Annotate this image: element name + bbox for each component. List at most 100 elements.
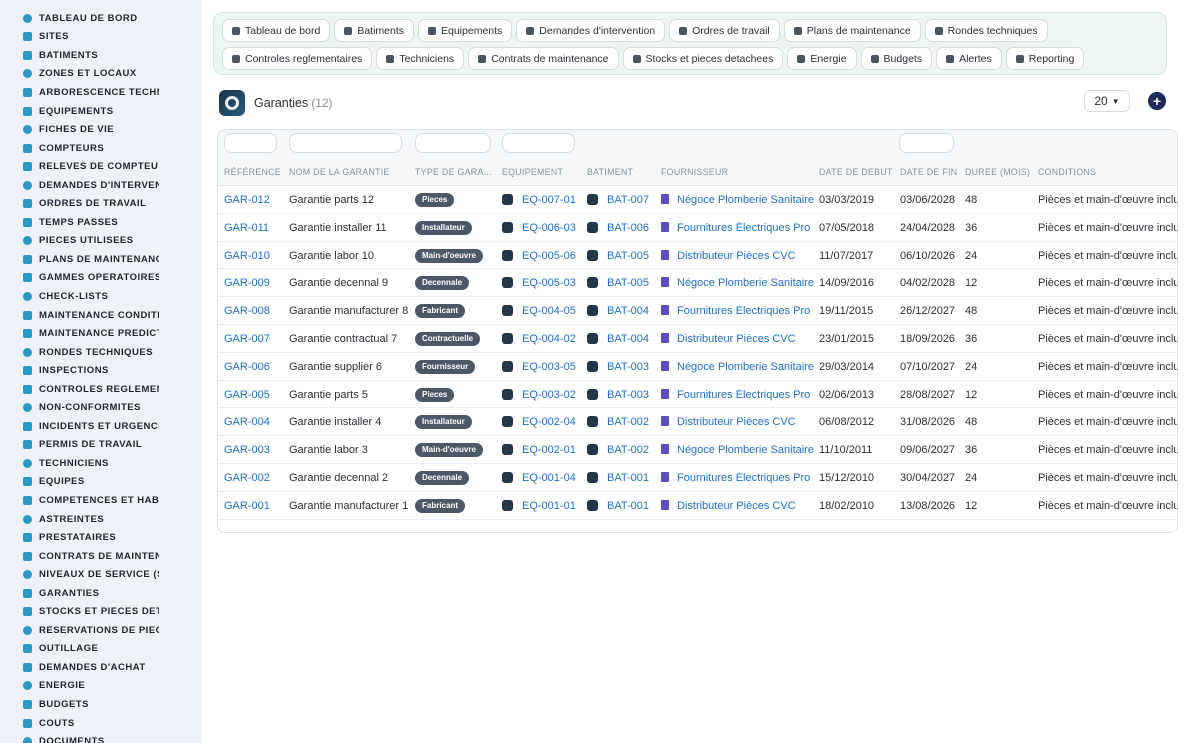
sidebar-item[interactable]: ZONES ET LOCAUX xyxy=(0,65,201,84)
reference-link[interactable]: GAR-010 xyxy=(224,250,270,262)
sidebar-item[interactable]: ENERGIE xyxy=(0,677,201,696)
supplier-link[interactable]: Fournitures Électriques Pro xyxy=(661,305,810,317)
equipment-link[interactable]: EQ-003-02 xyxy=(502,388,576,401)
supplier-link[interactable]: Fournitures Électriques Pro xyxy=(661,221,810,234)
supplier-link[interactable]: Négoce Plomberie Sanitaire xyxy=(661,194,814,206)
filter-name[interactable] xyxy=(289,133,402,153)
sidebar-item[interactable]: ARBORESCENCE TECHNI xyxy=(0,83,201,102)
equipment-link[interactable]: EQ-003-05 xyxy=(502,360,576,373)
sidebar-item[interactable]: RONDES TECHNIQUES xyxy=(0,343,201,362)
sidebar-item[interactable]: RESERVATIONS DE PIECE xyxy=(0,621,201,640)
reference-link[interactable]: GAR-009 xyxy=(224,277,270,289)
supplier-link[interactable]: Distributeur Pièces CVC xyxy=(661,249,796,262)
supplier-link[interactable]: Négoce Plomberie Sanitaire xyxy=(661,360,814,373)
equipment-link[interactable]: EQ-002-04 xyxy=(502,416,576,428)
nav-button[interactable]: Controles reglementaires xyxy=(222,47,373,70)
sidebar-item[interactable]: COUTS xyxy=(0,714,201,733)
nav-button[interactable]: Energie xyxy=(787,47,857,70)
column-header[interactable]: FOURNISSEUR xyxy=(661,167,728,177)
reference-link[interactable]: GAR-002 xyxy=(224,472,270,484)
column-header[interactable]: NOM DE LA GARANTIE xyxy=(289,167,390,177)
nav-button[interactable]: Reporting xyxy=(1005,47,1085,70)
reference-link[interactable]: GAR-006 xyxy=(224,361,270,373)
sidebar-item[interactable]: PLANS DE MAINTENANCE xyxy=(0,250,201,269)
reference-link[interactable]: GAR-008 xyxy=(224,305,270,317)
nav-button[interactable]: Tableau de bord xyxy=(222,19,331,42)
equipment-link[interactable]: EQ-007-01 xyxy=(502,194,576,206)
sidebar-item[interactable]: DEMANDES D'ACHAT xyxy=(0,658,201,677)
building-link[interactable]: BAT-005 xyxy=(587,249,649,262)
column-header[interactable]: EQUIPEMENT xyxy=(502,167,563,177)
building-link[interactable]: BAT-004 xyxy=(587,332,649,345)
supplier-link[interactable]: Négoce Plomberie Sanitaire xyxy=(661,277,814,289)
supplier-link[interactable]: Fournitures Électriques Pro xyxy=(661,388,810,401)
column-header[interactable]: DATE DE FIN xyxy=(900,167,957,177)
sidebar-item[interactable]: BATIMENTS xyxy=(0,46,201,65)
nav-button[interactable]: Rondes techniques xyxy=(924,19,1048,42)
sidebar-item[interactable]: COMPTEURS xyxy=(0,139,201,158)
sidebar-item[interactable]: SITES xyxy=(0,28,201,47)
building-link[interactable]: BAT-003 xyxy=(587,388,649,401)
sidebar-item[interactable]: PERMIS DE TRAVAIL xyxy=(0,436,201,455)
sidebar-item[interactable]: BUDGETS xyxy=(0,695,201,714)
reference-link[interactable]: GAR-007 xyxy=(224,333,270,345)
sidebar-item[interactable]: CHECK-LISTS xyxy=(0,287,201,306)
supplier-link[interactable]: Distributeur Pièces CVC xyxy=(661,332,796,345)
sidebar-item[interactable]: STOCKS ET PIECES DETA xyxy=(0,603,201,622)
nav-button[interactable]: Contrats de maintenance xyxy=(468,47,619,70)
table-row[interactable]: GAR-008 Garantie manufacturer 8 Fabricant E… xyxy=(218,297,1177,325)
table-row[interactable]: GAR-003 Garantie labor 3 Main-d'oeuvre EQ-0… xyxy=(218,436,1177,464)
nav-button[interactable]: Plans de maintenance xyxy=(783,19,921,42)
page-size-select[interactable]: 20 ▼ xyxy=(1084,90,1130,112)
equipment-link[interactable]: EQ-004-02 xyxy=(502,332,576,345)
nav-button[interactable]: Techniciens xyxy=(376,47,465,70)
sidebar-item[interactable]: OUTILLAGE xyxy=(0,640,201,659)
nav-button[interactable]: Batiments xyxy=(334,19,414,42)
filter-end-date[interactable] xyxy=(899,133,954,153)
nav-button[interactable]: Equipements xyxy=(418,19,513,42)
sidebar-item[interactable]: PIECES UTILISEES xyxy=(0,232,201,251)
building-link[interactable]: BAT-002 xyxy=(587,416,649,428)
sidebar-item[interactable]: FICHES DE VIE xyxy=(0,120,201,139)
equipment-link[interactable]: EQ-004-05 xyxy=(502,305,576,317)
equipment-link[interactable]: EQ-005-06 xyxy=(502,249,576,262)
nav-button[interactable]: Stocks et pieces detachees xyxy=(622,47,784,70)
supplier-link[interactable]: Fournitures Électriques Pro xyxy=(661,471,810,484)
equipment-link[interactable]: EQ-001-01 xyxy=(502,499,576,512)
sidebar-item[interactable]: EQUIPEMENTS xyxy=(0,102,201,121)
sidebar-item[interactable]: MAINTENANCE CONDITIO xyxy=(0,306,201,325)
add-button[interactable]: + xyxy=(1148,92,1166,110)
filter-reference[interactable] xyxy=(224,133,277,153)
table-row[interactable]: GAR-005 Garantie parts 5 Pieces EQ-003-02 BA… xyxy=(218,381,1177,409)
building-link[interactable]: BAT-006 xyxy=(587,221,649,234)
sidebar-item[interactable]: PRESTATAIRES xyxy=(0,528,201,547)
reference-link[interactable]: GAR-012 xyxy=(224,194,270,206)
building-link[interactable]: BAT-002 xyxy=(587,444,649,456)
column-header[interactable]: BATIMENT xyxy=(587,167,633,177)
table-row[interactable]: GAR-009 Garantie decennal 9 Decennale EQ-00… xyxy=(218,269,1177,298)
supplier-link[interactable]: Négoce Plomberie Sanitaire xyxy=(661,444,814,456)
sidebar-item[interactable]: ORDRES DE TRAVAIL xyxy=(0,194,201,213)
sidebar-item[interactable]: GARANTIES xyxy=(0,584,201,603)
supplier-link[interactable]: Distributeur Pièces CVC xyxy=(661,499,796,512)
sidebar-item[interactable]: MAINTENANCE PREDICTI xyxy=(0,324,201,343)
sidebar-item[interactable]: CONTROLES REGLEMENT xyxy=(0,380,201,399)
filter-equipment[interactable] xyxy=(502,133,575,153)
building-link[interactable]: BAT-001 xyxy=(587,471,649,484)
sidebar-item[interactable]: INCIDENTS ET URGENCE! xyxy=(0,417,201,436)
sidebar-item[interactable]: COMPETENCES ET HABIL xyxy=(0,491,201,510)
nav-button[interactable]: Budgets xyxy=(860,47,933,70)
sidebar-item[interactable]: ASTREINTES xyxy=(0,510,201,529)
building-link[interactable]: BAT-003 xyxy=(587,360,649,373)
building-link[interactable]: BAT-004 xyxy=(587,305,649,317)
supplier-link[interactable]: Distributeur Pièces CVC xyxy=(661,416,796,428)
table-row[interactable]: GAR-001 Garantie manufacturer 1 Fabricant E… xyxy=(218,492,1177,520)
column-header[interactable]: DATE DE DEBUT xyxy=(819,167,893,177)
equipment-link[interactable]: EQ-005-03 xyxy=(502,277,576,289)
sidebar-item[interactable]: EQUIPES xyxy=(0,473,201,492)
reference-link[interactable]: GAR-011 xyxy=(224,222,269,234)
equipment-link[interactable]: EQ-001-04 xyxy=(502,471,576,484)
column-header[interactable]: CONDITIONS xyxy=(1038,167,1096,177)
table-row[interactable]: GAR-010 Garantie labor 10 Main-d'oeuvre EQ-… xyxy=(218,242,1177,270)
building-link[interactable]: BAT-007 xyxy=(587,194,649,206)
